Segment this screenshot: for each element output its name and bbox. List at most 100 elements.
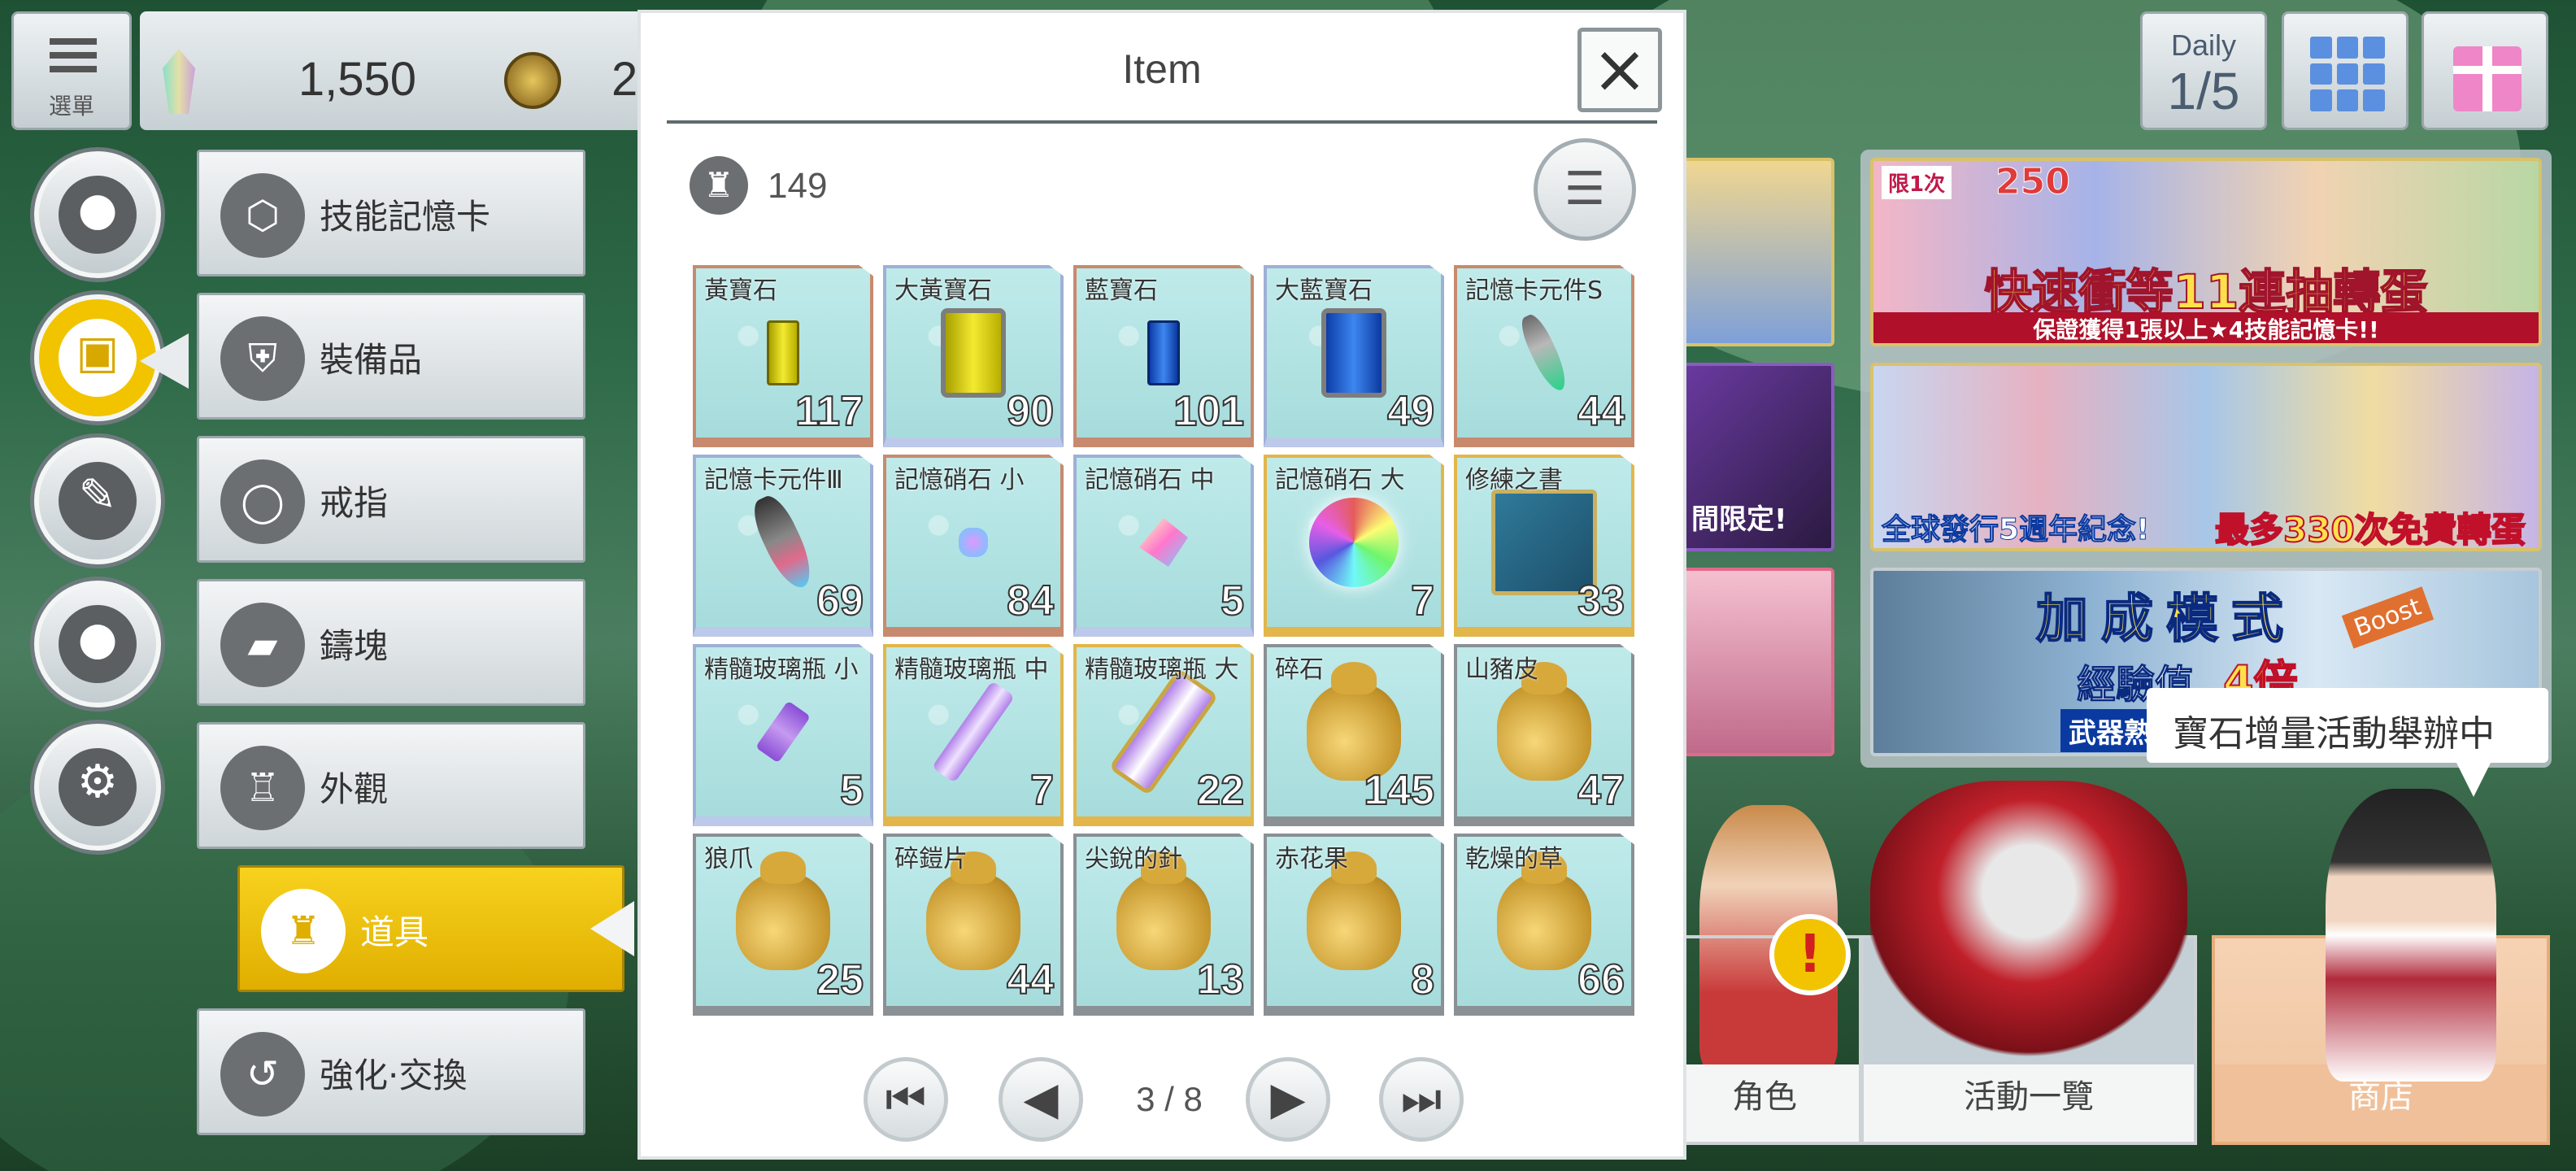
item-cell[interactable]: 精髓玻璃瓶 小 5 — [693, 644, 873, 826]
ingot-icon: ▰ — [220, 603, 305, 687]
skill-card-icon: ⬡ — [220, 173, 305, 258]
item-name: 碎石 — [1275, 655, 1324, 684]
item-cell[interactable]: 山豬皮 47 — [1454, 644, 1634, 826]
item-cell[interactable]: 記憶卡元件Ⅲ 69 — [693, 455, 873, 637]
shopkeeper-portrait — [2326, 789, 2496, 1082]
item-quantity: 7 — [1410, 577, 1435, 625]
character-nav-button[interactable]: ● — [34, 151, 161, 278]
banner-peek-3[interactable] — [1680, 568, 1834, 756]
item-quantity: 25 — [816, 956, 864, 1004]
daily-label: Daily — [2170, 28, 2236, 62]
item-cell[interactable]: 大黃寶石 90 — [883, 265, 1064, 447]
gift-icon — [2453, 46, 2522, 111]
item-name: 精髓玻璃瓶 小 — [704, 655, 859, 684]
item-quantity: 44 — [1006, 956, 1055, 1004]
quest-nav-button[interactable]: ✎ — [34, 437, 161, 564]
item-cell[interactable]: 精髓玻璃瓶 大 22 — [1073, 644, 1254, 826]
menu-item-costume[interactable]: ♖ 外觀 — [197, 722, 585, 849]
banner-headline: 全球發行5週年紀念! — [1881, 513, 2150, 547]
banner-5th-anniversary[interactable]: 全球發行5週年紀念! 最多330次免費轉蛋 — [1870, 363, 2542, 551]
item-cell[interactable]: 狼爪 25 — [693, 834, 873, 1016]
item-cell[interactable]: 乾燥的草 66 — [1454, 834, 1634, 1016]
menu-label: 選單 — [48, 93, 94, 120]
first-page-icon: ⏮ — [885, 1073, 927, 1125]
item-cell[interactable]: 大藍寶石 49 — [1264, 265, 1444, 447]
prev-page-button[interactable]: ◀ — [999, 1057, 1083, 1142]
item-cell[interactable]: 黃寶石 117 — [693, 265, 873, 447]
item-name: 修練之書 — [1465, 466, 1563, 494]
item-cell[interactable]: 記憶卡元件S 44 — [1454, 265, 1634, 447]
item-quantity: 101 — [1173, 387, 1245, 436]
material-bag-icon — [1307, 851, 1401, 970]
gift-button[interactable] — [2422, 11, 2548, 130]
item-cell[interactable]: 碎鎧片 44 — [883, 834, 1064, 1016]
item-quantity: 13 — [1196, 956, 1245, 1004]
item-name: 尖銳的針 — [1085, 845, 1182, 873]
settings-nav-button[interactable]: ⚙ — [34, 724, 161, 851]
menu-item-label: 外觀 — [320, 769, 389, 809]
enhance-exchange-icon: ↺ — [220, 1032, 305, 1117]
sort-icon: ☰ — [1564, 163, 1606, 215]
item-quantity: 33 — [1577, 577, 1625, 625]
bag-icon: ▣ — [76, 326, 120, 379]
next-page-button[interactable]: ▶ — [1246, 1057, 1330, 1142]
main-menu-button[interactable]: 選單 — [11, 11, 132, 130]
item-cell[interactable]: 記憶硝石 中 5 — [1073, 455, 1254, 637]
item-name: 精髓玻璃瓶 大 — [1085, 655, 1239, 684]
item-name: 乾燥的草 — [1465, 845, 1563, 873]
menu-item-enhance-exchange[interactable]: ↺ 強化·交換 — [197, 1008, 585, 1135]
person-icon: ● — [77, 183, 118, 236]
first-page-button[interactable]: ⏮ — [864, 1057, 948, 1142]
card-component-s-icon — [1516, 311, 1573, 395]
last-page-button[interactable]: ⏭ — [1379, 1057, 1464, 1142]
title-divider — [667, 120, 1657, 124]
item-name: 記憶卡元件Ⅲ — [704, 466, 843, 494]
close-button[interactable]: × — [1577, 28, 1662, 112]
sort-button[interactable]: ☰ — [1534, 138, 1636, 241]
item-cell[interactable]: 碎石 145 — [1264, 644, 1444, 826]
memory-shard-large-icon — [1309, 498, 1399, 587]
item-name: 藍寶石 — [1085, 276, 1158, 305]
banner-peek-2[interactable]: 間限定! — [1680, 363, 1834, 551]
item-name: 赤花果 — [1275, 845, 1348, 873]
item-cell[interactable]: 記憶硝石 小 84 — [883, 455, 1064, 637]
dialog-title: Item — [1122, 46, 1202, 92]
item-cell[interactable]: 精髓玻璃瓶 中 7 — [883, 644, 1064, 826]
menu-item-ingot[interactable]: ▰ 鑄塊 — [197, 579, 585, 706]
menu-item-skill-card[interactable]: ⬡ 技能記憶卡 — [197, 150, 585, 276]
large-yellow-gem-icon — [941, 308, 1006, 398]
gear-icon: ⚙ — [76, 755, 119, 808]
menu-item-equipment[interactable]: ⛨ 裝備品 — [197, 293, 585, 420]
item-quantity: 8 — [1410, 956, 1435, 1004]
menu-item-label: 戒指 — [320, 483, 389, 523]
banner-gacha-11[interactable]: 限1次 250 快速衝等11連抽轉蛋 保證獲得1張以上★4技能記憶卡!! — [1870, 158, 2542, 346]
banner-badge: 250 — [1995, 161, 2071, 203]
item-cell[interactable]: 赤花果 8 — [1264, 834, 1444, 1016]
item-quantity: 90 — [1006, 387, 1055, 436]
essence-vial-medium-icon — [931, 681, 1016, 783]
menu-item-items[interactable]: ♜ 道具 — [237, 865, 624, 992]
daily-mission-button[interactable]: Daily 1/5 — [2140, 11, 2267, 130]
prev-page-icon: ◀ — [1023, 1073, 1059, 1125]
banner-tag: 限1次 — [1882, 166, 1952, 199]
item-quantity: 44 — [1577, 387, 1625, 436]
menu-item-label: 鑄塊 — [320, 626, 389, 666]
item-quantity: 84 — [1006, 577, 1055, 625]
item-cell[interactable]: 藍寶石 101 — [1073, 265, 1254, 447]
item-cell[interactable]: 修練之書 33 — [1454, 455, 1634, 637]
grid-menu-button[interactable] — [2282, 11, 2408, 130]
item-cell[interactable]: 記憶硝石 大 7 — [1264, 455, 1444, 637]
costume-icon: ♖ — [220, 746, 305, 830]
menu-item-ring[interactable]: ◯ 戒指 — [197, 436, 585, 563]
banner-peek-1[interactable] — [1680, 158, 1834, 346]
item-name: 記憶硝石 大 — [1275, 466, 1405, 494]
equipment-icon: ⛨ — [220, 316, 305, 401]
item-cell[interactable]: 尖銳的針 13 — [1073, 834, 1254, 1016]
monster-portrait — [1870, 781, 2187, 1057]
character-button-label: 角色 — [1732, 1078, 1797, 1116]
memory-shard-medium-icon — [1139, 518, 1188, 567]
friends-nav-button[interactable]: ● — [34, 581, 161, 707]
item-name: 山豬皮 — [1465, 655, 1538, 684]
item-name: 碎鎧片 — [894, 845, 968, 873]
item-quantity: 66 — [1577, 956, 1625, 1004]
